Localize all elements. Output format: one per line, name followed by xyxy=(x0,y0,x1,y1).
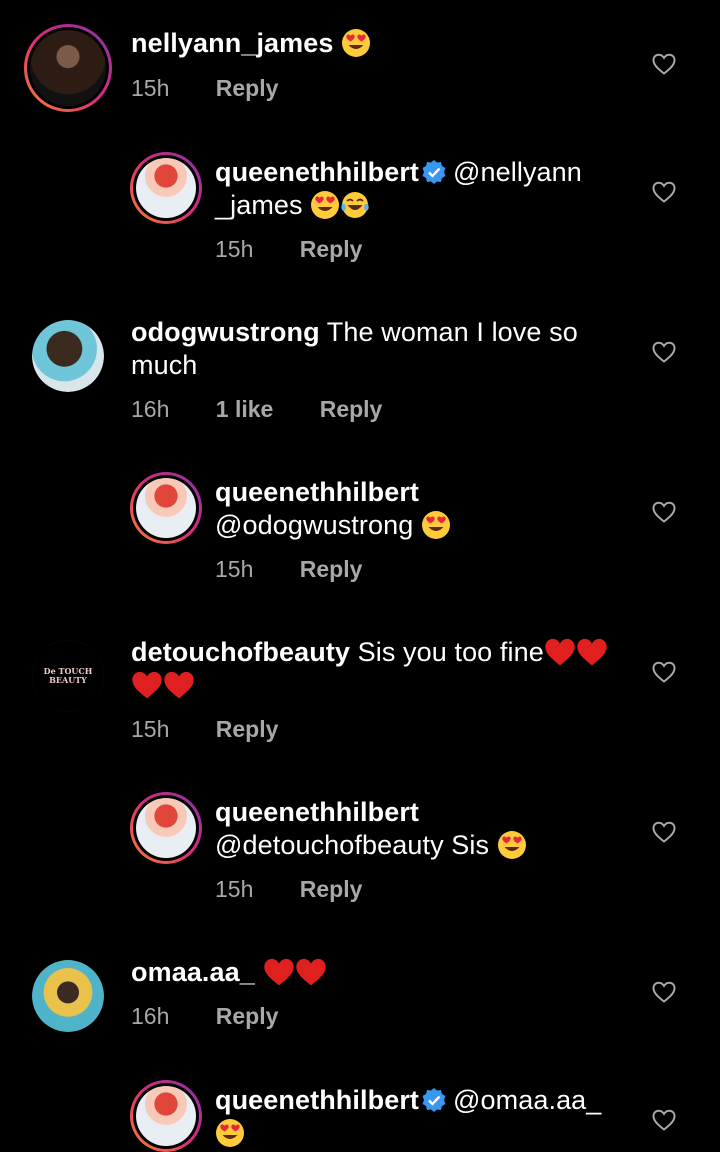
red-heart-emoji xyxy=(544,637,576,667)
reply-button[interactable]: Reply xyxy=(216,1003,279,1029)
heart-eyes-emoji xyxy=(341,28,371,58)
comment-username[interactable]: nellyann_james xyxy=(131,28,334,58)
red-heart-emoji xyxy=(295,957,327,987)
like-heart-icon[interactable] xyxy=(652,53,676,75)
comment-text[interactable]: @odogwustrong xyxy=(215,510,413,540)
reply-button[interactable]: Reply xyxy=(300,876,363,902)
comment-time: 16h xyxy=(131,396,170,422)
comment-text[interactable]: @detouchofbeauty Sis xyxy=(215,830,489,860)
heart-eyes-emoji xyxy=(421,510,451,540)
avatar[interactable] xyxy=(24,24,112,112)
avatar-logo-text: De TOUCH BEAUTY xyxy=(43,666,93,685)
comment-username[interactable]: queenethhilbert xyxy=(215,477,419,507)
avatar[interactable] xyxy=(130,1080,202,1152)
red-heart-emoji xyxy=(263,957,295,987)
comment-time: 15h xyxy=(215,236,254,262)
verified-badge-icon xyxy=(421,1087,447,1113)
avatar[interactable] xyxy=(130,472,202,544)
avatar[interactable]: De TOUCH BEAUTY xyxy=(32,640,104,712)
like-heart-icon[interactable] xyxy=(652,501,676,523)
reply-button[interactable]: Reply xyxy=(320,396,383,422)
comment-time: 15h xyxy=(131,75,170,101)
like-heart-icon[interactable] xyxy=(652,981,676,1003)
likes-count[interactable]: 1 like xyxy=(216,396,274,422)
like-heart-icon[interactable] xyxy=(652,181,676,203)
verified-badge-icon xyxy=(421,159,447,185)
comment-username[interactable]: queenethhilbert xyxy=(215,157,419,187)
tears-of-joy-emoji xyxy=(340,190,370,220)
heart-eyes-emoji xyxy=(310,190,340,220)
like-heart-icon[interactable] xyxy=(652,1109,676,1131)
heart-eyes-emoji xyxy=(215,1118,245,1148)
avatar[interactable] xyxy=(130,152,202,224)
red-heart-emoji xyxy=(131,670,163,700)
comment-username[interactable]: odogwustrong xyxy=(131,317,320,347)
comment-username[interactable]: omaa.aa_ xyxy=(131,957,255,987)
comment-username[interactable]: queenethhilbert xyxy=(215,1085,419,1115)
reply-button[interactable]: Reply xyxy=(216,716,279,742)
comment-username[interactable]: detouchofbeauty xyxy=(131,637,350,667)
comment-time: 15h xyxy=(215,556,254,582)
like-heart-icon[interactable] xyxy=(652,661,676,683)
avatar[interactable] xyxy=(130,792,202,864)
comment-time: 15h xyxy=(215,876,254,902)
like-heart-icon[interactable] xyxy=(652,341,676,363)
comment-text[interactable]: Sis you too fine xyxy=(358,637,544,667)
comment-time: 16h xyxy=(131,1003,170,1029)
reply-button[interactable]: Reply xyxy=(216,75,279,101)
heart-eyes-emoji xyxy=(497,830,527,860)
avatar[interactable] xyxy=(32,320,104,392)
like-heart-icon[interactable] xyxy=(652,821,676,843)
red-heart-emoji xyxy=(163,670,195,700)
reply-button[interactable]: Reply xyxy=(300,236,363,262)
comment-username[interactable]: queenethhilbert xyxy=(215,797,419,827)
red-heart-emoji xyxy=(576,637,608,667)
comment-time: 15h xyxy=(131,716,170,742)
avatar[interactable] xyxy=(32,960,104,1032)
comment-text[interactable]: @omaa.aa_ xyxy=(453,1085,601,1115)
reply-button[interactable]: Reply xyxy=(300,556,363,582)
